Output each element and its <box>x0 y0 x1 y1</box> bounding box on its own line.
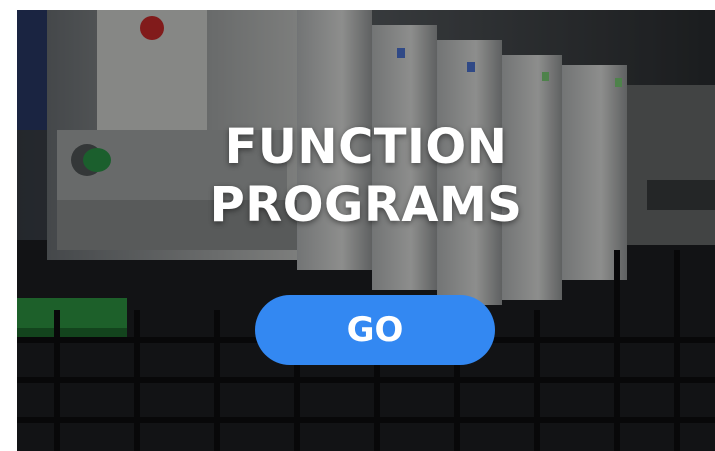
banner-title: FUNCTION PROGRAMS <box>17 118 715 234</box>
promo-card[interactable]: FUNCTION PROGRAMS GO <box>17 10 715 451</box>
go-button[interactable]: GO <box>255 295 495 365</box>
banner-title-line-2: PROGRAMS <box>209 177 523 233</box>
banner-title-line-1: FUNCTION <box>224 119 508 175</box>
